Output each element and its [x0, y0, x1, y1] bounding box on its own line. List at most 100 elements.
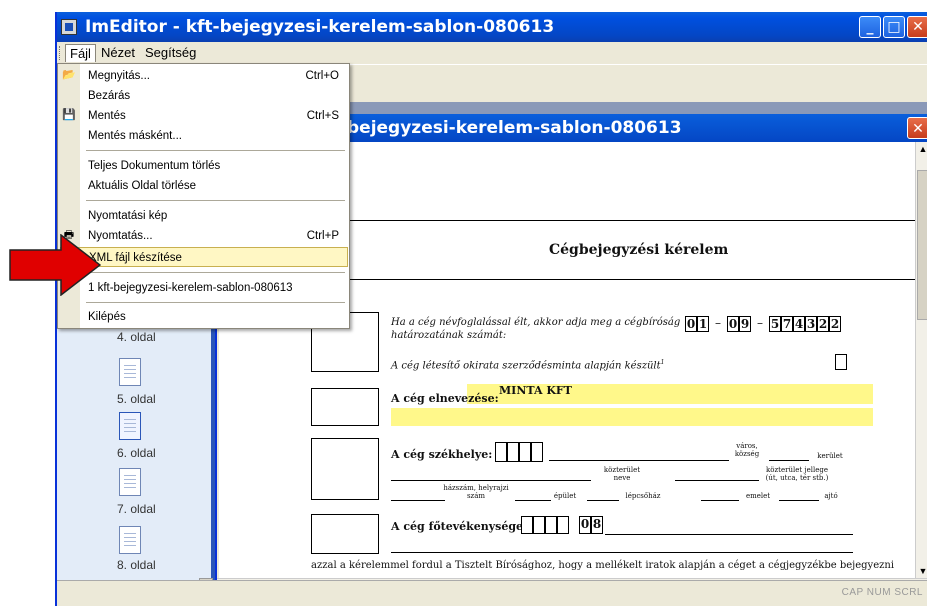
- registry-dash-1: –: [715, 316, 721, 330]
- page-label-6[interactable]: 6. oldal: [117, 446, 156, 460]
- postcode-digit-4[interactable]: [531, 442, 543, 462]
- page-thumbnail-6[interactable]: [119, 412, 141, 440]
- activity-digit-1[interactable]: [521, 516, 533, 534]
- street-line-a: [391, 480, 591, 481]
- template-note: A cég létesítő okirata szerződésminta al…: [391, 359, 665, 372]
- district-line: [769, 460, 809, 461]
- registry-digit-5[interactable]: 5: [769, 316, 781, 332]
- footer-text: azzal a kérelemmel fordul a Tisztelt Bír…: [311, 560, 895, 571]
- menu-item-open[interactable]: 📂 Megnyitás... Ctrl+O: [58, 66, 349, 86]
- template-checkbox[interactable]: [835, 354, 847, 370]
- registry-digit-3[interactable]: 0: [727, 316, 739, 332]
- menu-file[interactable]: Fájl: [65, 44, 96, 62]
- activity-code-digit-2[interactable]: 8: [591, 516, 603, 534]
- postcode-digit-2[interactable]: [507, 442, 519, 462]
- menu-item-print-preview[interactable]: Nyomtatási kép: [58, 206, 349, 226]
- staircase-label: lépcsőház: [625, 492, 661, 500]
- company-name-value[interactable]: MINTA KFT: [499, 384, 572, 397]
- menu-help[interactable]: Segítség: [141, 44, 200, 62]
- registry-digit-7[interactable]: 4: [793, 316, 805, 332]
- activity-line: [605, 534, 853, 535]
- registry-digit-8[interactable]: 3: [805, 316, 817, 332]
- app-icon: [61, 19, 77, 35]
- registry-digit-1[interactable]: 0: [685, 316, 697, 332]
- code-box-2: [311, 388, 379, 426]
- activity-line-2: [391, 552, 853, 553]
- minimize-button[interactable]: _: [859, 16, 881, 38]
- city-line: [549, 460, 729, 461]
- registry-digit-6[interactable]: 7: [781, 316, 793, 332]
- activity-code-digit-1[interactable]: 0: [579, 516, 591, 534]
- street-type-label: közterület jellege (út, utca, tér stb.): [765, 466, 829, 482]
- menu-item-print[interactable]: 🖶 Nyomtatás... Ctrl+P: [58, 226, 349, 246]
- title-bar: ImEditor - kft-bejegyzesi-kerelem-sablon…: [57, 12, 927, 42]
- page-label-8[interactable]: 8. oldal: [117, 558, 156, 572]
- registry-digit-10[interactable]: 2: [829, 316, 841, 332]
- status-bar: CAP NUM SCRL: [57, 580, 927, 606]
- city-label: város, község: [734, 442, 760, 458]
- maximize-button[interactable]: □: [883, 16, 905, 38]
- activity-label: A cég főtevékenysége:: [391, 520, 528, 533]
- menu-separator: [86, 150, 345, 151]
- seat-label: A cég székhelye:: [391, 448, 493, 461]
- menu-bar: Fájl Nézet Segítség: [57, 42, 927, 64]
- menu-separator: [86, 272, 345, 273]
- form-heading: Cégbejegyzési kérelem: [549, 242, 729, 258]
- activity-digit-3[interactable]: [545, 516, 557, 534]
- menu-separator: [86, 302, 345, 303]
- door-label: ajtó: [824, 492, 838, 500]
- menu-item-delete-page[interactable]: Aktuális Oldal törlése: [58, 176, 349, 196]
- district-label: kerület: [817, 452, 843, 460]
- street-name-label: közterület neve: [603, 466, 641, 482]
- building-label: épület: [553, 492, 577, 500]
- registry-digit-2[interactable]: 1: [697, 316, 709, 332]
- registry-note: Ha a cég névfoglalással élt, akkor adja …: [391, 317, 681, 341]
- vertical-scroll-thumb[interactable]: [917, 170, 927, 320]
- open-folder-icon: 📂: [62, 69, 76, 81]
- menu-item-close[interactable]: Bezárás: [58, 86, 349, 106]
- save-disk-icon: 💾: [62, 109, 76, 121]
- page-thumbnail-8[interactable]: [119, 526, 141, 554]
- menu-item-recent-file[interactable]: 1 kft-bejegyzesi-kerelem-sablon-080613: [58, 278, 349, 298]
- code-box-3: [311, 438, 379, 500]
- menu-item-save[interactable]: 💾 Mentés Ctrl+S: [58, 106, 349, 126]
- vertical-scrollbar[interactable]: ▲ ▼: [915, 142, 927, 578]
- page-label-4[interactable]: 4. oldal: [117, 330, 156, 344]
- postcode-digit-1[interactable]: [495, 442, 507, 462]
- red-arrow-icon: [9, 234, 101, 296]
- floor-line: [701, 500, 739, 501]
- menu-item-exit[interactable]: Kilépés: [58, 307, 349, 327]
- name-highlight-2: [391, 408, 873, 426]
- page-thumbnail-7[interactable]: [119, 468, 141, 496]
- stair-line: [587, 500, 619, 501]
- building-line: [515, 500, 551, 501]
- house-number-label: házszám, helyrajzi szám: [443, 484, 509, 500]
- page-label-7[interactable]: 7. oldal: [117, 502, 156, 516]
- page-label-5[interactable]: 5. oldal: [117, 392, 156, 406]
- close-button[interactable]: ✕: [907, 16, 927, 38]
- scroll-down-icon[interactable]: ▼: [916, 564, 927, 578]
- page-thumbnail-5[interactable]: [119, 358, 141, 386]
- postcode-digit-3[interactable]: [519, 442, 531, 462]
- status-indicators: CAP NUM SCRL: [841, 587, 923, 598]
- menu-item-delete-document[interactable]: Teljes Dokumentum törlés: [58, 156, 349, 176]
- menu-view[interactable]: Nézet: [97, 44, 139, 62]
- name-label: A cég elnevezése:: [391, 392, 499, 405]
- scroll-up-icon[interactable]: ▲: [916, 142, 927, 156]
- activity-digit-2[interactable]: [533, 516, 545, 534]
- registry-dash-2: –: [757, 316, 763, 330]
- menu-grip: [59, 46, 62, 60]
- activity-digit-4[interactable]: [557, 516, 569, 534]
- house-line: [391, 500, 445, 501]
- document-title: bejegyzesi-kerelem-sablon-080613: [347, 118, 682, 138]
- menu-separator: [86, 200, 345, 201]
- door-line: [779, 500, 819, 501]
- floor-label: emelet: [745, 492, 771, 500]
- document-close-button[interactable]: ✕: [907, 117, 927, 139]
- menu-item-save-as[interactable]: Mentés másként...: [58, 126, 349, 146]
- menu-item-export-xml[interactable]: XML fájl készítése: [60, 247, 348, 267]
- registry-digit-4[interactable]: 9: [739, 316, 751, 332]
- window-title: ImEditor - kft-bejegyzesi-kerelem-sablon…: [85, 17, 555, 37]
- code-box-4: [311, 514, 379, 554]
- registry-digit-9[interactable]: 2: [817, 316, 829, 332]
